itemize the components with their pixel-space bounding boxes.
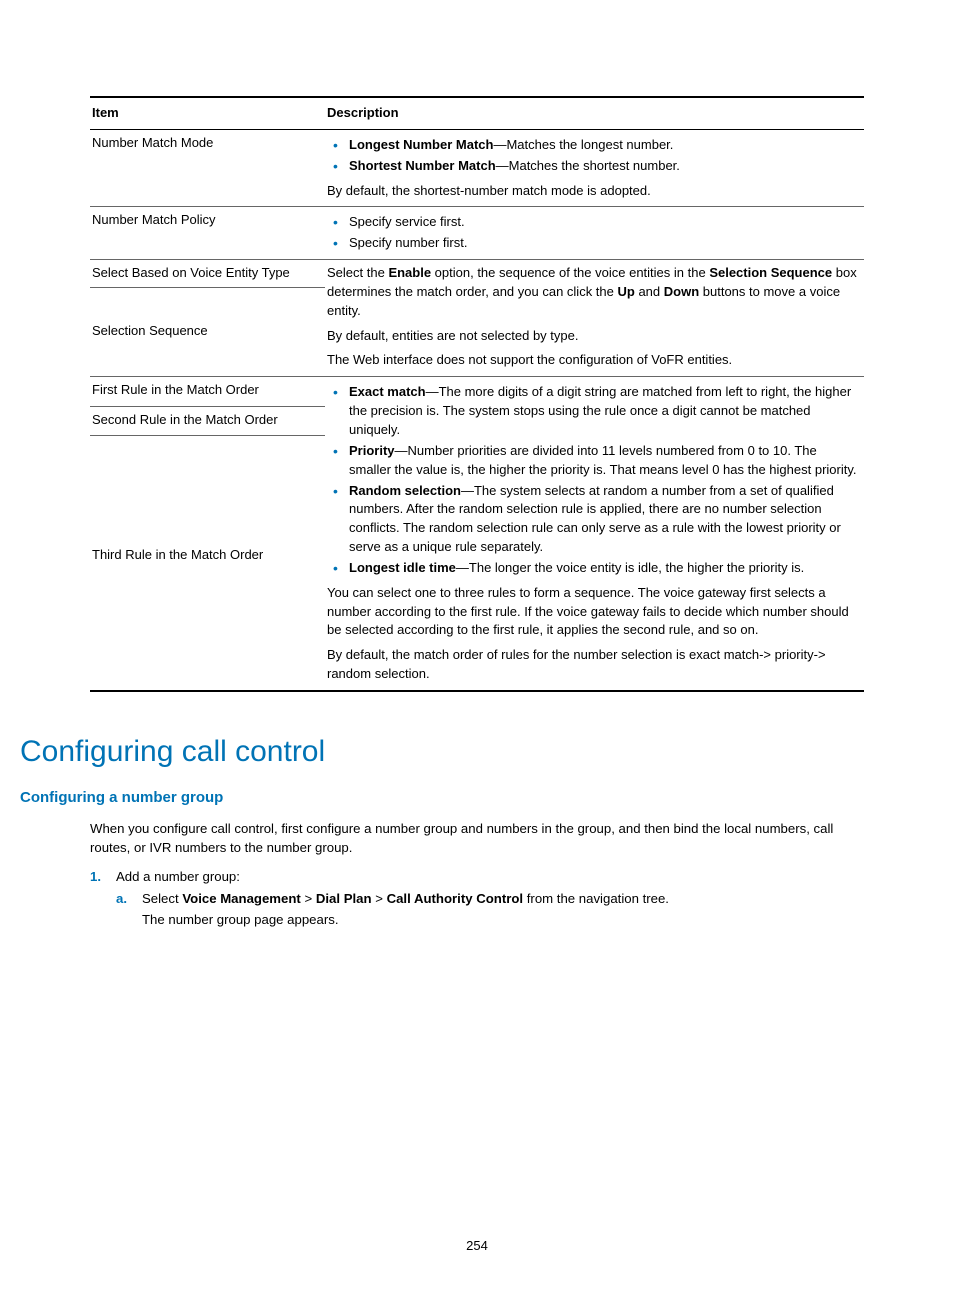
table-row: First Rule in the Match Order Exact matc… — [90, 377, 864, 407]
list-item: Random selection—The system selects at r… — [349, 482, 858, 557]
paragraph: The Web interface does not support the c… — [327, 351, 858, 370]
list-item: Exact match—The more digits of a digit s… — [349, 383, 858, 440]
step-number: 1. — [90, 867, 116, 886]
list-item: Longest idle time—The longer the voice e… — [349, 559, 858, 578]
config-table: Item Description Number Match Mode Longe… — [90, 96, 864, 692]
section-heading: Configuring call control — [20, 730, 864, 774]
lettered-substep: a. Select Voice Management > Dial Plan >… — [116, 889, 864, 908]
desc-cell: Select the Enable option, the sequence o… — [325, 260, 864, 377]
substep-block: a. Select Voice Management > Dial Plan >… — [116, 889, 864, 929]
paragraph: Select the Enable option, the sequence o… — [327, 264, 858, 321]
bullet-list: Exact match—The more digits of a digit s… — [327, 383, 858, 577]
table-row: Select Based on Voice Entity Type Select… — [90, 260, 864, 288]
table-header-row: Item Description — [90, 97, 864, 129]
desc-cell: Exact match—The more digits of a digit s… — [325, 377, 864, 691]
paragraph: By default, the shortest-number match mo… — [327, 182, 858, 201]
item-cell: Number Match Mode — [90, 129, 325, 207]
list-item: Priority—Number priorities are divided i… — [349, 442, 858, 480]
item-cell: Second Rule in the Match Order — [90, 406, 325, 436]
table-row: Number Match Mode Longest Number Match—M… — [90, 129, 864, 207]
paragraph: When you configure call control, first c… — [90, 819, 864, 857]
numbered-step: 1. Add a number group: — [90, 867, 864, 886]
item-cell: Third Rule in the Match Order — [90, 436, 325, 691]
paragraph: You can select one to three rules to for… — [327, 584, 858, 641]
paragraph: By default, entities are not selected by… — [327, 327, 858, 346]
item-cell: Select Based on Voice Entity Type — [90, 260, 325, 288]
step-text: Add a number group: — [116, 867, 864, 886]
page-number: 254 — [0, 1237, 954, 1256]
bullet-list: Specify service first. Specify number fi… — [327, 213, 858, 253]
header-item: Item — [90, 97, 325, 129]
list-item: Specify number first. — [349, 234, 858, 253]
desc-cell: Longest Number Match—Matches the longest… — [325, 129, 864, 207]
paragraph: By default, the match order of rules for… — [327, 646, 858, 684]
desc-cell: Specify service first. Specify number fi… — [325, 207, 864, 260]
item-cell: First Rule in the Match Order — [90, 377, 325, 407]
item-cell: Number Match Policy — [90, 207, 325, 260]
table-row: Number Match Policy Specify service firs… — [90, 207, 864, 260]
header-desc: Description — [325, 97, 864, 129]
list-item: Shortest Number Match—Matches the shorte… — [349, 157, 858, 176]
list-item: Specify service first. — [349, 213, 858, 232]
step-text: The number group page appears. — [142, 910, 864, 929]
bullet-list: Longest Number Match—Matches the longest… — [327, 136, 858, 176]
substep-result: The number group page appears. — [116, 910, 864, 929]
item-cell: Selection Sequence — [90, 288, 325, 377]
step-letter: a. — [116, 889, 142, 908]
subsection-heading: Configuring a number group — [20, 787, 864, 809]
list-item: Longest Number Match—Matches the longest… — [349, 136, 858, 155]
document-page: Item Description Number Match Mode Longe… — [0, 0, 954, 1296]
step-text: Select Voice Management > Dial Plan > Ca… — [142, 889, 864, 908]
